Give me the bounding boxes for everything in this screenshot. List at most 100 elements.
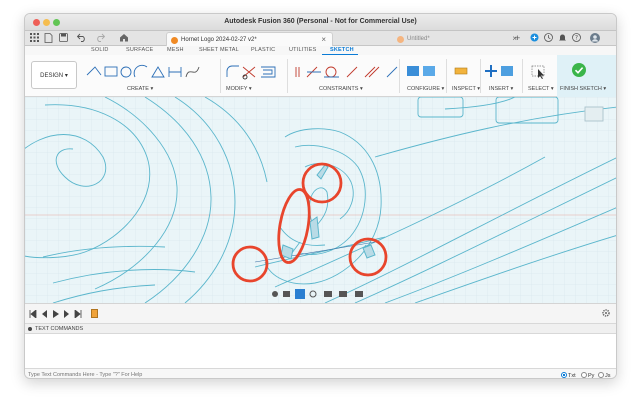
ribbon-toolbar: DESIGN ▾ CREATE ▾ MODIFY ▾ CONSTRAINTS ▾… bbox=[25, 55, 616, 97]
tab-solid[interactable]: SOLID bbox=[91, 47, 109, 53]
circle-icon bbox=[120, 66, 132, 78]
divider bbox=[522, 59, 523, 93]
fit-icon[interactable] bbox=[324, 291, 332, 297]
tab-mesh[interactable]: MESH bbox=[167, 47, 184, 53]
select-label: SELECT bbox=[528, 86, 550, 92]
mode-label: Txt bbox=[568, 373, 576, 379]
tangent-icon bbox=[325, 66, 337, 78]
design-workspace-button[interactable]: DESIGN ▾ bbox=[31, 61, 77, 89]
configure-menu[interactable]: CONFIGURE ▾ bbox=[407, 86, 444, 92]
tab-surface[interactable]: SURFACE bbox=[126, 47, 153, 53]
configure-rule-icon bbox=[423, 66, 435, 76]
bell-icon[interactable] bbox=[558, 33, 567, 44]
trim-icon bbox=[242, 66, 256, 78]
fusion-window: Autodesk Fusion 360 (Personal - Not for … bbox=[24, 13, 617, 379]
text-commands-output bbox=[25, 333, 616, 368]
line-icon bbox=[86, 66, 102, 76]
sketch-canvas[interactable] bbox=[25, 97, 616, 303]
zoom-icon[interactable] bbox=[309, 290, 317, 298]
plus-icon[interactable]: + bbox=[515, 33, 520, 43]
tab-hornet-logo[interactable]: Hornet Logo 2024-02-27 v2* × bbox=[166, 32, 333, 46]
timeline bbox=[25, 303, 616, 323]
radio-selected bbox=[561, 372, 567, 378]
configure-table-icon bbox=[407, 66, 419, 76]
divider bbox=[287, 59, 288, 93]
collapse-icon[interactable] bbox=[28, 327, 32, 331]
divider bbox=[220, 59, 221, 93]
undo-icon[interactable] bbox=[76, 33, 87, 44]
create-tools[interactable] bbox=[85, 63, 215, 83]
clock-icon[interactable] bbox=[544, 33, 553, 44]
file-icon[interactable] bbox=[44, 33, 53, 45]
tab-label: Hornet Logo 2024-02-27 v2* bbox=[181, 37, 257, 43]
create-label: CREATE bbox=[127, 86, 149, 92]
sketch-drawing bbox=[25, 97, 616, 303]
constraints-label: CONSTRAINTS bbox=[319, 86, 359, 92]
modify-tools[interactable] bbox=[225, 63, 285, 83]
design-label: DESIGN bbox=[40, 73, 64, 79]
insert-menu[interactable]: INSERT ▾ bbox=[489, 86, 513, 92]
grid-settings-icon[interactable] bbox=[355, 291, 363, 297]
sketch-feature-marker[interactable] bbox=[91, 309, 98, 318]
modify-menu[interactable]: MODIFY ▾ bbox=[226, 86, 252, 92]
mode-py[interactable]: Py bbox=[581, 372, 594, 378]
modify-label: MODIFY bbox=[226, 86, 248, 92]
document-tab-bar: Hornet Logo 2024-02-27 v2* × Untitled* ×… bbox=[25, 31, 616, 46]
document-orange-icon bbox=[171, 37, 178, 44]
tab-untitled[interactable]: Untitled* × bbox=[393, 32, 523, 46]
chevron-down-icon: ▾ bbox=[64, 73, 68, 79]
checkmark-icon bbox=[572, 63, 586, 77]
tab-label: Untitled* bbox=[407, 36, 430, 42]
finish-sketch-label: FINISH SKETCH ▾ bbox=[560, 86, 606, 92]
close-icon[interactable]: × bbox=[321, 33, 326, 47]
divider bbox=[399, 59, 400, 93]
workspace-tabs: SOLID SURFACE MESH SHEET METAL PLASTIC U… bbox=[25, 46, 616, 55]
command-input-bar: Txt Py Js bbox=[25, 368, 616, 379]
help-icon[interactable]: ? bbox=[572, 33, 581, 44]
home-icon[interactable] bbox=[119, 33, 129, 44]
measure-icon[interactable] bbox=[454, 63, 468, 83]
radio-unselected bbox=[581, 372, 587, 378]
constraints-menu[interactable]: CONSTRAINTS ▾ bbox=[319, 86, 363, 92]
save-icon[interactable] bbox=[59, 33, 68, 44]
tab-utilities[interactable]: UTILITIES bbox=[289, 47, 316, 53]
look-at-icon[interactable] bbox=[283, 291, 290, 297]
finish-sketch-button[interactable]: FINISH SKETCH ▾ bbox=[557, 55, 616, 97]
text-commands-header[interactable]: TEXT COMMANDS bbox=[25, 323, 616, 333]
command-input[interactable] bbox=[28, 371, 548, 378]
perpendicular-icon bbox=[364, 66, 380, 78]
redo-icon[interactable] bbox=[95, 33, 106, 44]
tab-sheet-metal[interactable]: SHEET METAL bbox=[199, 47, 239, 53]
grid-icon[interactable] bbox=[30, 33, 39, 44]
divider bbox=[446, 59, 447, 93]
orbit-icon[interactable] bbox=[272, 291, 278, 297]
create-menu[interactable]: CREATE ▾ bbox=[127, 86, 153, 92]
pan-icon[interactable] bbox=[295, 289, 305, 299]
timeline-controls[interactable] bbox=[29, 310, 89, 318]
mode-label: Js bbox=[605, 373, 611, 379]
equal-icon bbox=[386, 66, 398, 78]
select-menu[interactable]: SELECT ▾ bbox=[528, 86, 554, 92]
text-commands-title: TEXT COMMANDS bbox=[35, 326, 84, 332]
insert-plus-icon bbox=[485, 65, 497, 77]
insert-tools[interactable] bbox=[485, 63, 515, 83]
fillet-icon bbox=[226, 65, 239, 77]
display-settings-icon[interactable] bbox=[339, 291, 347, 297]
mode-txt[interactable]: Txt bbox=[561, 372, 576, 379]
avatar[interactable] bbox=[590, 33, 600, 45]
chevron-down-icon: ▾ bbox=[550, 86, 554, 92]
spline-icon bbox=[185, 66, 200, 78]
offset-inner-icon bbox=[263, 69, 273, 75]
fit-point-spline-icon bbox=[168, 67, 182, 77]
extensions-icon[interactable] bbox=[530, 33, 539, 44]
inspect-menu[interactable]: INSPECT ▾ bbox=[452, 86, 480, 92]
gear-icon[interactable] bbox=[602, 309, 610, 319]
mode-js[interactable]: Js bbox=[598, 372, 611, 379]
chevron-down-icon: ▾ bbox=[441, 86, 445, 92]
configure-tools[interactable] bbox=[405, 63, 441, 83]
tab-sketch[interactable]: SKETCH bbox=[330, 47, 354, 53]
skip-end-icon bbox=[74, 310, 82, 318]
select-icon[interactable] bbox=[531, 63, 547, 83]
constraints-tools[interactable] bbox=[293, 63, 403, 83]
tab-plastic[interactable]: PLASTIC bbox=[251, 47, 275, 53]
